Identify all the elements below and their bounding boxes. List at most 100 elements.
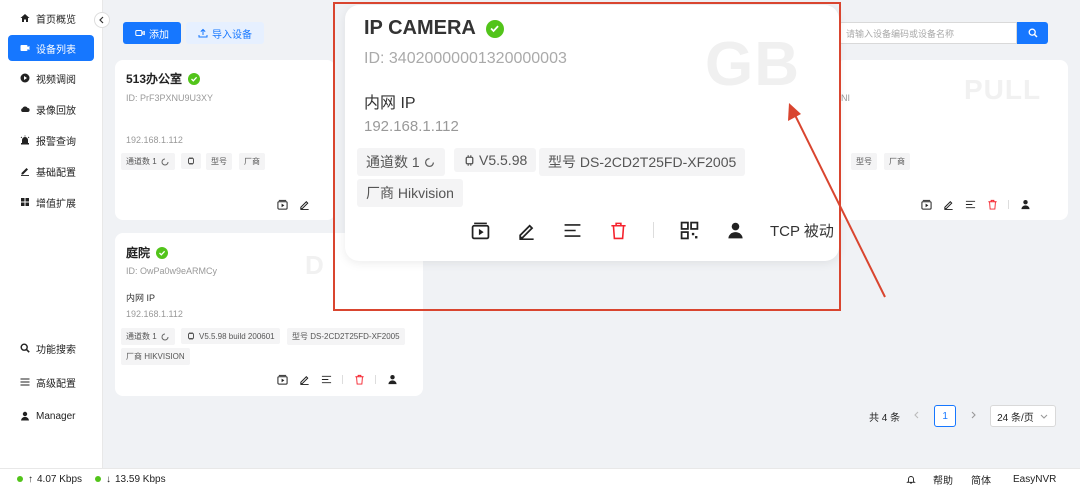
sidebar-item-playback[interactable]: 录像回放 <box>8 96 94 122</box>
search-placeholder: 请输入设备编码或设备名称 <box>846 28 955 39</box>
protocol-watermark: D <box>305 250 325 280</box>
page-number-button[interactable]: 1 <box>934 405 957 427</box>
play-video-icon[interactable] <box>276 373 288 385</box>
online-dot <box>95 476 101 482</box>
sidebar-item-alarm[interactable]: 报警查询 <box>8 127 94 153</box>
user-icon[interactable] <box>386 373 398 385</box>
channel-tag: 通道数 1 <box>121 153 175 170</box>
search-button[interactable] <box>1017 22 1048 44</box>
version-tag: V5.5.98 build 200601 <box>181 328 280 344</box>
upload-rate: ↑ 4.07 Kbps <box>17 474 82 485</box>
sidebar-item-manager[interactable]: Manager <box>8 403 94 429</box>
details-icon[interactable] <box>964 198 976 210</box>
model-tag: 型号 DS-2CD2T25FD-XF2005 <box>287 328 405 345</box>
upload-icon <box>198 28 208 38</box>
user-icon[interactable] <box>1019 198 1031 210</box>
download-rate-value: 13.59 Kbps <box>115 473 166 485</box>
sidebar-item-label: 首页概览 <box>36 14 76 26</box>
chevron-down-icon <box>1039 411 1049 421</box>
divider <box>375 374 376 384</box>
chip-icon <box>186 331 196 341</box>
sidebar-item-advanced-config[interactable]: 高级配置 <box>8 369 94 395</box>
device-name: 庭院 <box>126 244 169 261</box>
sidebar-item-video[interactable]: 视频调阅 <box>8 65 94 91</box>
search-icon <box>20 343 30 353</box>
device-name: 513办公室 <box>126 70 201 87</box>
protocol-watermark: PULL <box>964 74 1042 105</box>
device-name-text: 513办公室 <box>126 72 183 86</box>
edit-icon <box>20 166 30 176</box>
sidebar-item-home[interactable]: 首页概览 <box>8 5 94 31</box>
chevron-left-icon <box>97 15 107 25</box>
details-icon[interactable] <box>320 373 332 385</box>
bell-icon[interactable] <box>906 474 916 484</box>
refresh-icon <box>160 157 170 167</box>
play-video-icon[interactable] <box>276 198 288 210</box>
chevron-left-icon <box>912 410 922 420</box>
sidebar-item-device-list[interactable]: 设备列表 <box>8 35 94 61</box>
total-count: 共 4 条 <box>869 412 901 424</box>
vendor-tag: 厂商 <box>239 153 265 170</box>
sidebar-item-label: 报警查询 <box>36 136 76 148</box>
search-input[interactable]: 请输入设备编码或设备名称 <box>839 22 1017 44</box>
brand-label: EasyNVR <box>1013 473 1057 485</box>
play-circle-icon <box>20 73 30 83</box>
sidebar-item-label: 高级配置 <box>36 378 76 390</box>
arrow-down-icon: ↓ <box>106 473 111 485</box>
device-id: ID: OwPa0w9eARMCy <box>126 266 218 276</box>
import-device-button[interactable]: 导入设备 <box>186 22 264 44</box>
sidebar-item-label: Manager <box>36 410 76 422</box>
help-link[interactable]: 帮助 <box>933 472 953 487</box>
channel-tag: 通道数 1 <box>121 328 175 345</box>
divider <box>342 374 343 384</box>
sidebar-item-search[interactable]: 功能搜索 <box>8 335 94 361</box>
chevron-right-icon <box>968 410 978 420</box>
version-tag <box>181 153 201 169</box>
card-actions <box>920 198 1031 210</box>
prev-page-button[interactable] <box>912 410 922 423</box>
zoom-highlight-frame <box>333 2 841 311</box>
user-icon <box>20 411 30 421</box>
channel-count: 通道数 1 <box>126 157 157 166</box>
arrow-up-icon: ↑ <box>28 473 33 485</box>
model-tag: 型号 <box>851 153 877 170</box>
online-check-icon <box>156 246 169 259</box>
edit-icon[interactable] <box>942 198 954 210</box>
device-list-icon <box>20 43 30 53</box>
add-button[interactable]: 添加 <box>123 22 181 44</box>
pagination: 共 4 条 1 24 条/页 <box>869 405 1057 427</box>
model-tag: 型号 <box>206 153 232 170</box>
page-size-select[interactable]: 24 条/页 <box>990 405 1057 427</box>
card-actions <box>276 198 310 210</box>
play-video-icon[interactable] <box>920 198 932 210</box>
alarm-icon <box>20 135 30 145</box>
online-dot <box>17 476 23 482</box>
vendor-tag: 厂商 <box>884 153 910 170</box>
sidebar-item-basic-config[interactable]: 基础配置 <box>8 158 94 184</box>
sidebar-item-label: 基础配置 <box>36 167 76 179</box>
edit-icon[interactable] <box>298 198 310 210</box>
chip-icon <box>186 156 196 166</box>
delete-icon[interactable] <box>986 198 998 210</box>
sidebar-item-label: 视频调阅 <box>36 74 76 86</box>
status-bar: ↑ 4.07 Kbps ↓ 13.59 Kbps 帮助 简体 EasyNVR <box>0 468 1080 489</box>
collapse-sidebar-button[interactable] <box>94 12 110 28</box>
device-card[interactable]: 513办公室 ID: PrF3PXNU9U3XY 192.168.1.112 通… <box>115 60 335 220</box>
card-actions <box>276 373 398 385</box>
page-size-value: 24 条/页 <box>997 412 1034 424</box>
import-button-label: 导入设备 <box>212 29 252 41</box>
device-ip: 192.168.1.112 <box>126 309 183 319</box>
sidebar-item-extensions[interactable]: 增值扩展 <box>8 189 94 215</box>
language-switch[interactable]: 简体 <box>971 472 991 487</box>
refresh-icon <box>160 332 170 342</box>
edit-icon[interactable] <box>298 373 310 385</box>
channel-count: 通道数 1 <box>126 332 157 341</box>
home-icon <box>20 13 30 23</box>
device-card[interactable]: PULL NI 型号 厂商 <box>836 60 1068 220</box>
sidebar-item-label: 增值扩展 <box>36 198 76 210</box>
firmware-version: V5.5.98 build 200601 <box>199 331 275 341</box>
sidebar-item-label: 录像回放 <box>36 105 76 117</box>
apps-icon <box>20 197 30 207</box>
next-page-button[interactable] <box>968 410 978 423</box>
delete-icon[interactable] <box>353 373 365 385</box>
